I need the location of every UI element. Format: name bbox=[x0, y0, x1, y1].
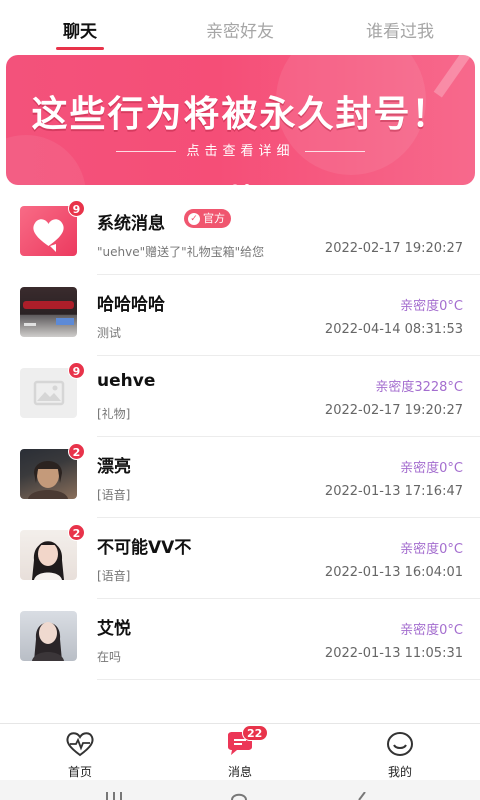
nav-home[interactable]: 首页 bbox=[0, 724, 160, 780]
chat-preview: [语音] bbox=[97, 569, 131, 583]
chat-name: 艾悦 bbox=[97, 619, 131, 639]
chat-time: 2022-01-13 17:16:47 bbox=[324, 484, 463, 499]
unread-badge: 9 bbox=[68, 362, 85, 379]
system-nav-bar bbox=[0, 780, 480, 800]
tab-close-friends[interactable]: 亲密好友 bbox=[160, 0, 320, 54]
chat-preview: 测试 bbox=[97, 326, 122, 340]
chat-preview: [礼物] bbox=[97, 407, 131, 421]
chat-time: 2022-04-14 08:31:53 bbox=[324, 322, 463, 337]
banner-line-left bbox=[116, 151, 177, 152]
tab-who-viewed-me[interactable]: 谁看过我 bbox=[320, 0, 480, 54]
portrait-avatar bbox=[20, 449, 77, 499]
chat-name: 漂亮 bbox=[97, 457, 131, 477]
pagination-dot[interactable] bbox=[231, 184, 238, 185]
official-tag: ✓ 官方 bbox=[184, 209, 231, 228]
banner-subtitle-row: 点击查看详细 bbox=[6, 140, 475, 159]
back-key-icon[interactable] bbox=[355, 792, 369, 800]
nav-messages[interactable]: 消息 bbox=[160, 724, 320, 780]
heart-pulse-icon bbox=[66, 732, 94, 757]
chat-time: 2022-02-17 19:20:27 bbox=[324, 403, 463, 418]
chat-row[interactable]: 2 不可能VV不 亲密度0°C [语音] 2022-01-13 16:04:01 bbox=[0, 518, 480, 599]
recent-apps-icon[interactable] bbox=[104, 792, 124, 800]
home-key-icon[interactable] bbox=[229, 792, 249, 800]
chat-time: 2022-02-17 19:20:27 bbox=[324, 241, 463, 256]
chat-time: 2022-01-13 11:05:31 bbox=[324, 646, 463, 661]
image-placeholder-avatar bbox=[20, 368, 77, 418]
portrait-avatar bbox=[20, 611, 77, 661]
nav-home-label: 首页 bbox=[67, 765, 92, 779]
chat-list: 9 系统消息 ✓ 官方 "uehve"赠送了"礼物宝箱"给您 2022-02-17… bbox=[0, 194, 480, 680]
pagination-dot-active[interactable] bbox=[243, 184, 250, 185]
banner-line-right bbox=[304, 151, 365, 152]
intimacy-value: 亲密度0°C bbox=[400, 542, 463, 557]
unread-badge: 9 bbox=[68, 200, 85, 217]
heart-avatar bbox=[20, 206, 77, 256]
banner-pagination bbox=[6, 175, 475, 185]
chat-row[interactable]: 艾悦 亲密度0°C 在吗 2022-01-13 11:05:31 bbox=[0, 599, 480, 680]
chat-preview: 在吗 bbox=[97, 650, 122, 664]
intimacy-value: 亲密度0°C bbox=[400, 299, 463, 314]
chat-preview: "uehve"赠送了"礼物宝箱"给您 bbox=[97, 245, 265, 259]
nav-mine[interactable]: 我的 bbox=[320, 724, 480, 780]
official-tag-label: 官方 bbox=[203, 212, 225, 225]
portrait-avatar bbox=[20, 530, 77, 580]
chat-name: 不可能VV不 bbox=[97, 538, 192, 558]
check-icon: ✓ bbox=[188, 212, 200, 225]
car-photo-avatar bbox=[20, 287, 77, 337]
announcement-banner[interactable]: 这些行为将被永久封号！ 点击查看详细 bbox=[6, 55, 475, 185]
banner-title: 这些行为将被永久封号！ bbox=[31, 94, 450, 135]
chat-row[interactable]: 哈哈哈哈 亲密度0°C 测试 2022-04-14 08:31:53 bbox=[0, 275, 480, 356]
nav-mine-label: 我的 bbox=[387, 765, 412, 779]
chat-row-system[interactable]: 9 系统消息 ✓ 官方 "uehve"赠送了"礼物宝箱"给您 2022-02-17… bbox=[0, 194, 480, 275]
unread-badge: 2 bbox=[68, 443, 85, 460]
intimacy-value: 亲密度3228°C bbox=[375, 380, 463, 395]
chat-name: 哈哈哈哈 bbox=[97, 295, 165, 315]
bottom-nav: 首页 消息 我的 22 bbox=[0, 723, 480, 780]
top-tab-bar: 聊天 亲密好友 谁看过我 bbox=[0, 0, 480, 54]
chat-preview: [语音] bbox=[97, 488, 131, 502]
messages-unread-badge: 22 bbox=[242, 725, 268, 741]
chat-name: uehve bbox=[97, 371, 156, 391]
banner-subtitle: 点击查看详细 bbox=[186, 144, 295, 159]
tab-chat[interactable]: 聊天 bbox=[0, 0, 160, 54]
chat-time: 2022-01-13 16:04:01 bbox=[324, 565, 463, 580]
smile-face-icon bbox=[387, 732, 413, 756]
nav-messages-label: 消息 bbox=[227, 765, 252, 779]
chat-name: 系统消息 bbox=[97, 214, 165, 234]
intimacy-value: 亲密度0°C bbox=[400, 623, 463, 638]
intimacy-value: 亲密度0°C bbox=[400, 461, 463, 476]
divider bbox=[97, 679, 480, 680]
unread-badge: 2 bbox=[68, 524, 85, 541]
chat-row[interactable]: 2 漂亮 亲密度0°C [语音] 2022-01-13 17:16:47 bbox=[0, 437, 480, 518]
chat-row[interactable]: 9 uehve 亲密度3228°C [礼物] 2022-02-17 19:20:… bbox=[0, 356, 480, 437]
